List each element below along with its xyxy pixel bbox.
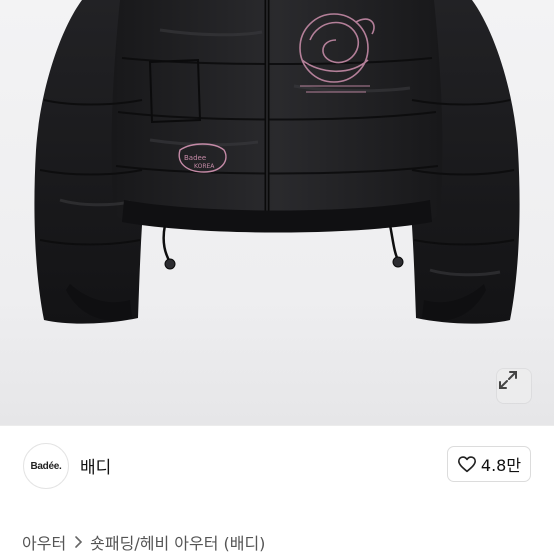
seller-logo-text: Badée. [30, 460, 62, 472]
breadcrumb: 아우터 숏패딩/헤비 아우터 (배디) [22, 530, 265, 554]
breadcrumb-item-outer[interactable]: 아우터 [22, 530, 66, 554]
like-button[interactable]: 4.8만 [447, 446, 531, 482]
expand-icon [499, 371, 517, 389]
heart-icon [457, 456, 476, 473]
chevron-right-icon [75, 536, 83, 548]
seller-row[interactable]: Badée. 배디 4.8만 [0, 426, 554, 506]
puffer-jacket-photo: Badee KOREA [34, 0, 520, 324]
seller-name[interactable]: 배디 [80, 453, 111, 478]
expand-button[interactable] [497, 369, 531, 403]
like-count: 4.8만 [480, 456, 522, 475]
svg-text:KOREA: KOREA [194, 163, 215, 170]
breadcrumb-item-category[interactable]: 숏패딩/헤비 아우터 (배디) [90, 530, 265, 554]
product-image[interactable]: Badee KOREA [0, 0, 554, 425]
seller-avatar[interactable]: Badée. [23, 443, 69, 489]
svg-text:Badee: Badee [184, 154, 206, 162]
